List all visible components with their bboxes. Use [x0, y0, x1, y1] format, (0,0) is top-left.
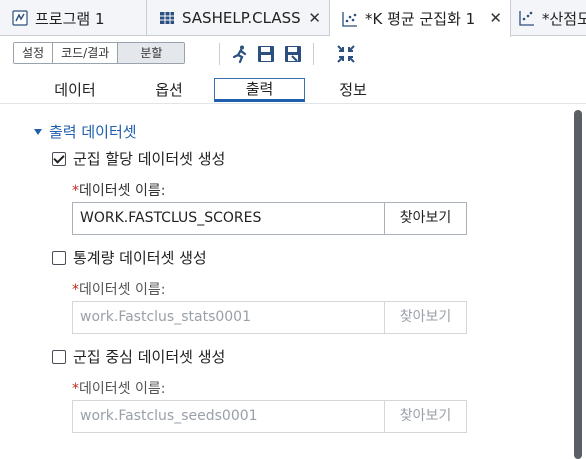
cluster-seeds-dataset-field: work.Fastclus_seeds0001 찾아보기	[72, 400, 467, 433]
section-title: 출력 데이터셋	[49, 123, 137, 141]
document-tab-bar: 프로그램 1 SASHELP.CLASS ✕ *K 평균 군집화 1 ✕ *산점…	[0, 0, 586, 37]
tab-program-1[interactable]: 프로그램 1	[0, 0, 147, 36]
dataset-name-label: *데이터셋 이름:	[72, 378, 165, 398]
statistics-dataset-checkbox[interactable]: 통계량 데이터셋 생성	[52, 247, 207, 268]
view-split-button[interactable]: 분할	[118, 43, 185, 63]
vertical-scrollbar[interactable]	[574, 110, 582, 459]
save-as-icon[interactable]	[283, 44, 303, 64]
view-settings-button[interactable]: 설정	[14, 43, 54, 63]
tab-label: *산점도	[542, 9, 586, 28]
table-icon	[160, 12, 174, 24]
tab-label: 프로그램 1	[35, 9, 105, 28]
save-icon[interactable]	[256, 44, 276, 64]
dataset-name-input[interactable]: WORK.FASTCLUS_SCORES	[73, 203, 384, 234]
cluster-seeds-dataset-checkbox[interactable]: 군집 중심 데이터셋 생성	[52, 346, 225, 367]
toolbar-divider	[219, 43, 220, 65]
required-marker: *	[72, 282, 79, 298]
maximize-icon[interactable]	[336, 44, 356, 64]
browse-button[interactable]: 찾아보기	[384, 203, 466, 234]
tab-label: *K 평균 군집화 1	[365, 10, 476, 28]
required-marker: *	[72, 381, 79, 397]
close-icon[interactable]: ✕	[308, 9, 321, 27]
tab-label: SASHELP.CLASS	[182, 9, 301, 27]
field-label-text: 데이터셋 이름:	[79, 183, 166, 199]
checkbox-label: 군집 할당 데이터셋 생성	[73, 150, 226, 168]
view-mode-selector: 설정 코드/결과 분할	[13, 42, 186, 64]
close-icon[interactable]: ✕	[489, 9, 502, 27]
tab-scatter-plot[interactable]: *산점도	[511, 0, 586, 36]
browse-button: 찾아보기	[384, 302, 466, 333]
checkbox-label: 통계량 데이터셋 생성	[73, 249, 207, 267]
checkbox-label: 군집 중심 데이터셋 생성	[73, 348, 226, 366]
statistics-dataset-field: work.Fastclus_stats0001 찾아보기	[72, 301, 467, 334]
program-icon	[12, 10, 28, 26]
tab-options[interactable]: 옵션	[132, 78, 206, 102]
cluster-assignment-dataset-checkbox[interactable]: 군집 할당 데이터셋 생성	[52, 148, 225, 169]
required-marker: *	[72, 183, 79, 199]
dataset-name-input: work.Fastclus_stats0001	[80, 309, 251, 325]
dataset-name-label: *데이터셋 이름:	[72, 180, 165, 200]
tab-data[interactable]: 데이터	[38, 78, 112, 102]
field-label-text: 데이터셋 이름:	[79, 381, 166, 397]
scatter-task-icon	[519, 11, 534, 26]
task-toolbar: 설정 코드/결과 분할	[0, 37, 586, 71]
dataset-name-label: *데이터셋 이름:	[72, 279, 165, 299]
cluster-assignment-dataset-field: WORK.FASTCLUS_SCORES 찾아보기	[72, 202, 467, 235]
run-icon[interactable]	[230, 44, 250, 64]
tab-information[interactable]: 정보	[316, 78, 390, 102]
field-label-text: 데이터셋 이름:	[79, 282, 166, 298]
tab-k-means-clustering-1[interactable]: *K 평균 군집화 1 ✕	[330, 0, 511, 37]
dataset-name-input: work.Fastclus_seeds0001	[80, 408, 258, 424]
output-datasets-section-toggle[interactable]: 출력 데이터셋	[34, 121, 137, 142]
cluster-task-icon	[342, 11, 357, 27]
view-code-results-button[interactable]: 코드/결과	[53, 43, 119, 63]
checkbox-unchecked-icon	[52, 250, 66, 265]
checkbox-unchecked-icon	[52, 349, 66, 364]
toolbar-divider	[313, 43, 314, 65]
tab-output[interactable]: 출력	[214, 78, 305, 102]
browse-button: 찾아보기	[384, 401, 466, 432]
checkbox-checked-icon	[52, 151, 66, 166]
task-subtabs: 데이터 옵션 출력 정보	[0, 76, 586, 104]
tab-sashelp-class[interactable]: SASHELP.CLASS ✕	[147, 0, 330, 36]
expand-triangle-icon	[34, 128, 42, 135]
